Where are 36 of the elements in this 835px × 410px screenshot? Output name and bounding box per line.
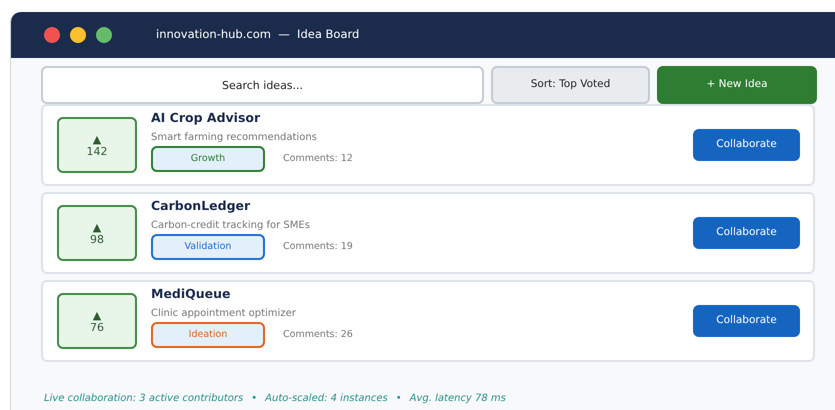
maximize-icon[interactable] [96,27,112,43]
collaborate-button[interactable]: Collaborate [693,217,800,249]
vote-box[interactable]: ▲ 76 [57,293,137,349]
status-text: Avg. latency 78 ms [410,392,506,406]
search-field[interactable]: Search ideas... [41,66,484,104]
upvote-icon: ▲ [92,310,102,320]
collaborate-button[interactable]: Collaborate [693,305,800,337]
idea-description: Clinic appointment optimizer [151,309,297,320]
comment-count: Comments: 12 [283,152,353,166]
idea-title: CarbonLedger [151,200,252,212]
vote-box[interactable]: ▲ 98 [57,205,137,261]
stage-tag: Validation [151,234,265,260]
vote-box[interactable]: ▲ 142 [57,117,137,173]
new-idea-button[interactable]: + New Idea [657,66,817,104]
separator-dot: • [251,392,258,406]
separator-dot: • [396,392,402,406]
idea-description: Carbon-credit tracking for SMEs [151,221,311,232]
upvote-icon: ▲ [92,134,102,144]
idea-description: Smart farming recommendations [151,133,318,144]
stage-tag: Growth [151,146,265,172]
idea-title: AI Crop Advisor [151,112,262,124]
sort-button[interactable]: Sort: Top Voted [491,66,650,104]
window-title: innovation-hub.com — Idea Board [156,26,360,44]
vote-count: 142 [86,146,108,156]
vote-count: 76 [90,322,104,332]
stage-tag: Ideation [151,322,265,348]
idea-title: MediQueue [151,288,232,300]
close-icon[interactable] [44,27,60,43]
collaborate-button[interactable]: Collaborate [693,129,800,161]
status-text: Auto-scaled: 4 instances [265,392,388,406]
comment-count: Comments: 19 [283,240,353,254]
status-text: Live collaboration: 3 active contributors [44,392,244,406]
vote-count: 98 [90,234,104,244]
upvote-icon: ▲ [92,222,102,232]
comment-count: Comments: 26 [283,328,353,342]
minimize-icon[interactable] [70,27,86,43]
